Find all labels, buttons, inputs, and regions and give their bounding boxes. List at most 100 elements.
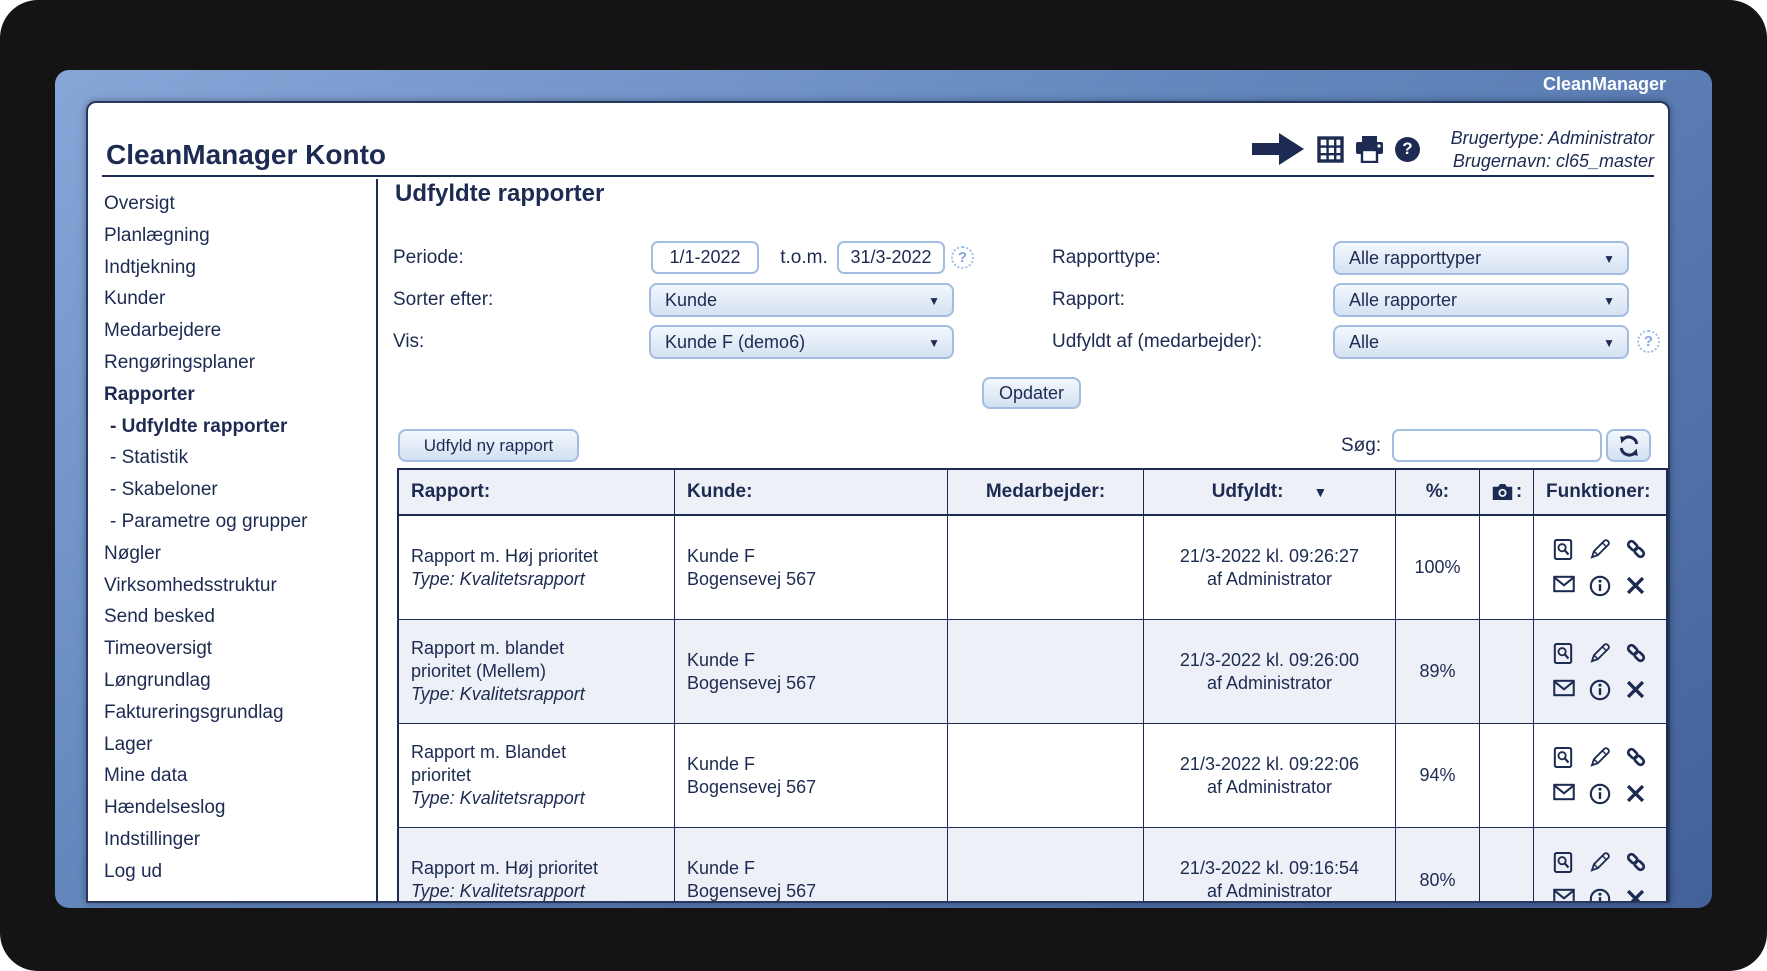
refresh-button[interactable] [1606, 429, 1651, 462]
preview-icon[interactable] [1553, 746, 1575, 768]
chevron-down-icon: ▼ [1603, 328, 1615, 358]
info-icon[interactable] [1589, 783, 1611, 805]
col-header-camera[interactable]: : [1480, 470, 1534, 514]
sidebar-item[interactable]: Rengøringsplaner [88, 347, 376, 379]
customer-address: Bogensevej 567 [687, 880, 816, 901]
sidebar-item[interactable]: Log ud [88, 856, 376, 888]
mail-icon[interactable] [1553, 783, 1575, 805]
link-icon[interactable] [1625, 642, 1647, 664]
udfyldt-header-label: Udfyldt: [1212, 481, 1284, 503]
sidebar-item[interactable]: Faktureringsgrundlag [88, 697, 376, 729]
sidebar-item[interactable]: Send besked [88, 601, 376, 633]
col-header-percent[interactable]: %: [1396, 470, 1480, 514]
table-row: Rapport m. blandet prioritet (Mellem) Ty… [399, 620, 1666, 724]
printer-icon[interactable] [1355, 136, 1384, 163]
customer-address: Bogensevej 567 [687, 776, 816, 799]
date-from-input[interactable] [651, 241, 759, 274]
table-body: Rapport m. Høj prioritet Type: Kvalitets… [399, 516, 1666, 901]
sidebar-item[interactable]: - Skabeloner [88, 474, 376, 506]
mail-icon[interactable] [1553, 679, 1575, 701]
sidebar-item[interactable]: Oversigt [88, 188, 376, 220]
rapport-label: Rapport: [1052, 283, 1125, 316]
udfyldt-af-help-icon[interactable]: ? [1637, 330, 1660, 353]
edit-icon[interactable] [1589, 642, 1611, 664]
mail-icon[interactable] [1553, 575, 1575, 597]
sidebar-item[interactable]: Rapporter [88, 379, 376, 411]
vis-select[interactable]: Kunde F (demo6) ▼ [649, 325, 954, 359]
sidebar-item[interactable]: Lager [88, 729, 376, 761]
info-icon[interactable] [1589, 575, 1611, 597]
sidebar-item[interactable]: Planlægning [88, 220, 376, 252]
report-type: Type: Kvalitetsrapport [411, 880, 585, 901]
actions-cell [1534, 828, 1666, 901]
delete-icon[interactable] [1625, 783, 1647, 805]
info-icon[interactable] [1589, 679, 1611, 701]
opdater-button[interactable]: Opdater [982, 377, 1081, 409]
brand-label: CleanManager [1543, 71, 1666, 97]
camera-header-suffix: : [1516, 481, 1522, 503]
preview-icon[interactable] [1553, 538, 1575, 560]
sidebar-nav: OversigtPlanlægningIndtjekningKunderMeda… [88, 179, 378, 901]
mail-icon[interactable] [1553, 888, 1575, 902]
delete-icon[interactable] [1625, 679, 1647, 701]
preview-icon[interactable] [1553, 642, 1575, 664]
app-title: CleanManager Konto [106, 139, 386, 171]
percent-value: 100% [1396, 516, 1480, 619]
sidebar-item[interactable]: - Statistik [88, 442, 376, 474]
customer-name: Kunde F [687, 857, 755, 880]
edit-icon[interactable] [1589, 746, 1611, 768]
delete-icon[interactable] [1625, 888, 1647, 902]
sorter-label: Sorter efter: [393, 283, 493, 316]
preview-icon[interactable] [1553, 851, 1575, 873]
sidebar-item[interactable]: Kunder [88, 283, 376, 315]
user-info: Brugertype: Administrator Brugernavn: cl… [1451, 127, 1654, 173]
sidebar-item[interactable]: Mine data [88, 760, 376, 792]
delete-icon[interactable] [1625, 575, 1647, 597]
link-icon[interactable] [1625, 746, 1647, 768]
link-icon[interactable] [1625, 851, 1647, 873]
employee-cell [948, 620, 1144, 723]
browser-page-frame: CleanManager CleanManager Konto [55, 70, 1712, 908]
table-header-row: Rapport: Kunde: Medarbejder: Udfyldt: ▼ … [399, 470, 1666, 516]
col-header-rapport[interactable]: Rapport: [399, 470, 675, 514]
arrow-right-icon[interactable] [1252, 131, 1306, 167]
new-report-button[interactable]: Udfyld ny rapport [398, 429, 579, 462]
sidebar-item[interactable]: Virksomhedsstruktur [88, 570, 376, 602]
udfyldt-af-select[interactable]: Alle ▼ [1333, 325, 1629, 359]
edit-icon[interactable] [1589, 851, 1611, 873]
help-icon[interactable]: ? [1395, 137, 1420, 162]
sidebar-item[interactable]: Timeoversigt [88, 633, 376, 665]
sidebar-item[interactable]: Medarbejdere [88, 315, 376, 347]
date-to-input[interactable] [837, 241, 945, 274]
sidebar-item[interactable]: - Udfyldte rapporter [88, 411, 376, 443]
sidebar-item[interactable]: Løngrundlag [88, 665, 376, 697]
rapporttype-select[interactable]: Alle rapporttyper ▼ [1333, 241, 1629, 275]
sidebar-item[interactable]: Hændelseslog [88, 792, 376, 824]
link-icon[interactable] [1625, 538, 1647, 560]
rapport-select[interactable]: Alle rapporter ▼ [1333, 283, 1629, 317]
employee-cell [948, 516, 1144, 619]
rapport-value: Alle rapporter [1349, 290, 1457, 310]
col-header-udfyldt[interactable]: Udfyldt: ▼ [1144, 470, 1396, 514]
col-header-medarbejder[interactable]: Medarbejder: [948, 470, 1144, 514]
info-icon[interactable] [1589, 888, 1611, 902]
window-header: CleanManager Konto [102, 103, 1654, 177]
search-input[interactable] [1392, 429, 1602, 462]
user-type-label: Brugertype: Administrator [1451, 127, 1654, 150]
customer-name: Kunde F [687, 753, 755, 776]
sidebar-item[interactable]: Indstillinger [88, 824, 376, 856]
sidebar-item[interactable]: - Parametre og grupper [88, 506, 376, 538]
refresh-icon [1617, 434, 1641, 458]
edit-icon[interactable] [1589, 538, 1611, 560]
table-grid-icon[interactable] [1317, 136, 1344, 163]
sidebar-item[interactable]: Indtjekning [88, 252, 376, 284]
col-header-kunde[interactable]: Kunde: [675, 470, 948, 514]
chevron-down-icon: ▼ [928, 286, 940, 316]
user-name-label: Brugernavn: cl65_master [1451, 150, 1654, 173]
periode-help-icon[interactable]: ? [951, 246, 974, 269]
sorter-select[interactable]: Kunde ▼ [649, 283, 954, 317]
sidebar-item[interactable]: Nøgler [88, 538, 376, 570]
photo-cell [1480, 724, 1534, 827]
customer-address: Bogensevej 567 [687, 672, 816, 695]
app-window: CleanManager Konto [86, 101, 1670, 903]
